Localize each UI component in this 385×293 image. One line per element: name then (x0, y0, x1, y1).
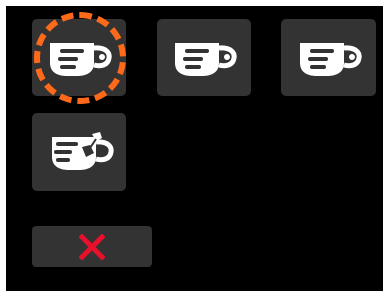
drink-selection-screen (6, 6, 383, 291)
tea-cup-icon (52, 132, 114, 170)
cup-tile-2[interactable] (157, 19, 251, 96)
cup-icon (299, 42, 362, 76)
cup-icon (175, 42, 237, 76)
cup-icon (50, 42, 112, 76)
cup-tile-3[interactable] (281, 19, 376, 96)
cup-tile-1[interactable] (32, 12, 126, 104)
tea-cup-tile[interactable] (32, 113, 126, 191)
close-icon (79, 233, 105, 260)
cancel-button[interactable] (32, 226, 152, 267)
